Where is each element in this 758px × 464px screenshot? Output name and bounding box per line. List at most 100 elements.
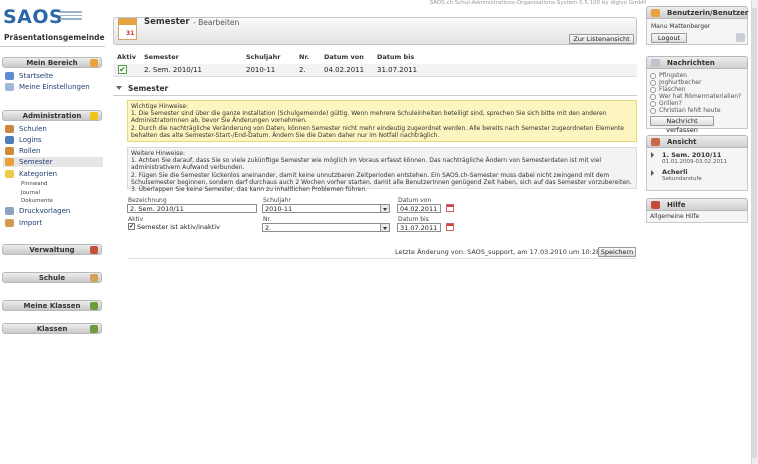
info-line: administrativem Aufwand verbunden. [131, 164, 245, 172]
poll-option[interactable]: Grillen? [650, 100, 682, 107]
home-icon [5, 72, 14, 80]
panel-meine-klassen[interactable]: Meine Klassen [2, 300, 102, 311]
info-line: Schulsemester beginnen, sondern darf dur… [131, 178, 632, 186]
sidebar-item-semester[interactable]: Semester [19, 158, 52, 166]
page-subtitle: - Bearbeiten [193, 18, 240, 27]
info-box: Weitere Hinweise: 1. Achten Sie darauf, … [127, 147, 637, 193]
col-semester: Semester [144, 53, 179, 61]
panel-klassen[interactable]: Klassen [2, 323, 102, 334]
poll-option-label: Joghurtbecher [659, 79, 702, 86]
selected-row [3, 157, 103, 167]
last-change-info: Letzte Änderung von: SAOS_support, am 17… [395, 248, 601, 256]
view-semester-range: 01.01.2009-03.02.2011 [662, 159, 727, 165]
poll-option-label: Grillen? [659, 100, 682, 107]
school-name: Präsentationsgemeinde [4, 33, 105, 42]
schuljahr-select[interactable]: 2010-11 [262, 204, 390, 213]
panel-title: Ansicht [667, 138, 697, 146]
classes-icon [90, 325, 98, 333]
poll-option[interactable]: Christian fehlt heute [650, 107, 721, 114]
compose-message-button[interactable]: Nachricht verfassen [650, 116, 714, 134]
save-button[interactable]: Speichern [598, 247, 636, 257]
aktiv-checkbox[interactable]: ✔ [128, 223, 135, 230]
system-info: SAOS.ch Schul-Administrations-Organisati… [429, 0, 646, 6]
cell-semester: 2. Sem. 2010/11 [144, 66, 203, 74]
datum-bis-input[interactable]: 31.07.2011 [397, 223, 441, 232]
sidebar-subitem-pinnwand[interactable]: Pinnwand [21, 181, 48, 187]
scrollbar-thumb[interactable] [752, 8, 757, 458]
panel-title: Nachrichten [667, 59, 715, 67]
poll-option-label: Wer hat Römermaterialien? [659, 93, 742, 100]
col-datum-von: Datum von [324, 53, 364, 61]
poll-option-label: Pfingsten [659, 72, 687, 79]
saos-logo[interactable]: SAOS [3, 6, 63, 28]
sidebar-item-logins[interactable]: Logins [19, 136, 42, 144]
class-icon [90, 302, 98, 310]
poll-option[interactable]: Flaschen [650, 86, 686, 93]
panel-title: Schule [38, 274, 66, 282]
key-icon[interactable] [736, 33, 745, 42]
school-icon [5, 125, 14, 133]
sidebar-item-druckvorlagen[interactable]: Druckvorlagen [19, 207, 70, 215]
datum-bis-label: Datum bis [398, 216, 429, 223]
poll-option-label: Flaschen [659, 86, 686, 93]
aktiv-label: Aktiv [128, 216, 144, 223]
datum-von-input[interactable]: 04.02.2011 [397, 204, 441, 213]
chevron-right-icon[interactable] [651, 152, 654, 158]
poll-option[interactable]: Wer hat Römermaterialien? [650, 93, 741, 100]
view-icon [651, 138, 660, 146]
collapse-arrow-icon[interactable] [116, 86, 122, 90]
help-panel-header: Hilfe [646, 198, 748, 211]
sidebar-item-kategorien[interactable]: Kategorien [19, 170, 57, 178]
panel-title: Hilfe [667, 201, 686, 209]
bezeichnung-input[interactable]: 2. Sem. 2010/11 [127, 204, 257, 213]
sidebar-item-startseite[interactable]: Startseite [19, 72, 53, 80]
col-datum-bis: Datum bis [377, 53, 415, 61]
col-aktiv: Aktiv [117, 53, 136, 61]
logout-button[interactable]: Logout [651, 33, 687, 43]
cell-schuljahr: 2010-11 [246, 66, 276, 74]
col-nr: Nr. [299, 53, 310, 61]
page-title: Semester [144, 17, 190, 27]
panel-mein-bereich[interactable]: Mein Bereich [2, 57, 102, 68]
sidebar-item-schulen[interactable]: Schulen [19, 125, 47, 133]
section-title[interactable]: Semester [128, 84, 168, 93]
user-icon [90, 59, 98, 67]
warning-box: Wichtige Hinweise: 1. Die Semester sind … [127, 100, 637, 142]
sidebar-subitem-journal[interactable]: Journal [21, 190, 40, 196]
active-check-icon: ✔ [118, 65, 127, 74]
sidebar-item-rollen[interactable]: Rollen [19, 147, 40, 155]
chevron-down-icon[interactable] [380, 224, 389, 231]
aktiv-checkbox-label[interactable]: Semester ist aktiv/inaktiv [137, 223, 220, 231]
warning-line: behalten das alte Semester-Start-/End-Da… [131, 131, 440, 139]
panel-verwaltung[interactable]: Verwaltung [2, 244, 102, 255]
panel-title: Verwaltung [29, 246, 75, 254]
user-name: Manu Mattenberger [651, 23, 711, 30]
poll-option[interactable]: Pfingsten [650, 72, 687, 79]
date-picker-icon[interactable] [446, 204, 454, 212]
mail-icon [651, 59, 660, 67]
back-to-list-button[interactable]: Zur Listenansicht [569, 34, 634, 44]
panel-schule[interactable]: Schule [2, 272, 102, 283]
sidebar-subitem-dokumente[interactable]: Dokumente [21, 198, 53, 204]
poll-option[interactable]: Joghurtbecher [650, 79, 701, 86]
cell-datum-bis: 31.07.2011 [377, 66, 418, 74]
roles-icon [5, 147, 14, 155]
bezeichnung-label: Bezeichnung [128, 197, 167, 204]
info-line: 1. Achten Sie darauf, dass Sie so viele … [131, 157, 602, 165]
help-link[interactable]: Allgemeine Hilfe [650, 213, 699, 220]
view-school-title[interactable]: Acherli [662, 168, 688, 176]
content-header [113, 17, 637, 45]
sidebar-item-meine-einstellungen[interactable]: Meine Einstellungen [19, 83, 90, 91]
chevron-down-icon[interactable] [380, 205, 389, 212]
chevron-right-icon[interactable] [651, 170, 654, 176]
view-school-sub: Sekundarstufe [662, 176, 702, 182]
news-panel-header: Nachrichten [646, 56, 748, 69]
nr-select[interactable]: 2. [262, 223, 390, 232]
sidebar-item-import[interactable]: Import [19, 219, 42, 227]
view-semester-title[interactable]: 1. Sem. 2010/11 [662, 151, 721, 159]
info-line: 2. Fügen Sie die Semester lückenlos anei… [131, 171, 610, 179]
col-schuljahr: Schuljahr [246, 53, 281, 61]
date-picker-icon[interactable] [446, 223, 454, 231]
schuljahr-label: Schuljahr [263, 197, 291, 204]
panel-administration[interactable]: Administration [2, 110, 102, 121]
